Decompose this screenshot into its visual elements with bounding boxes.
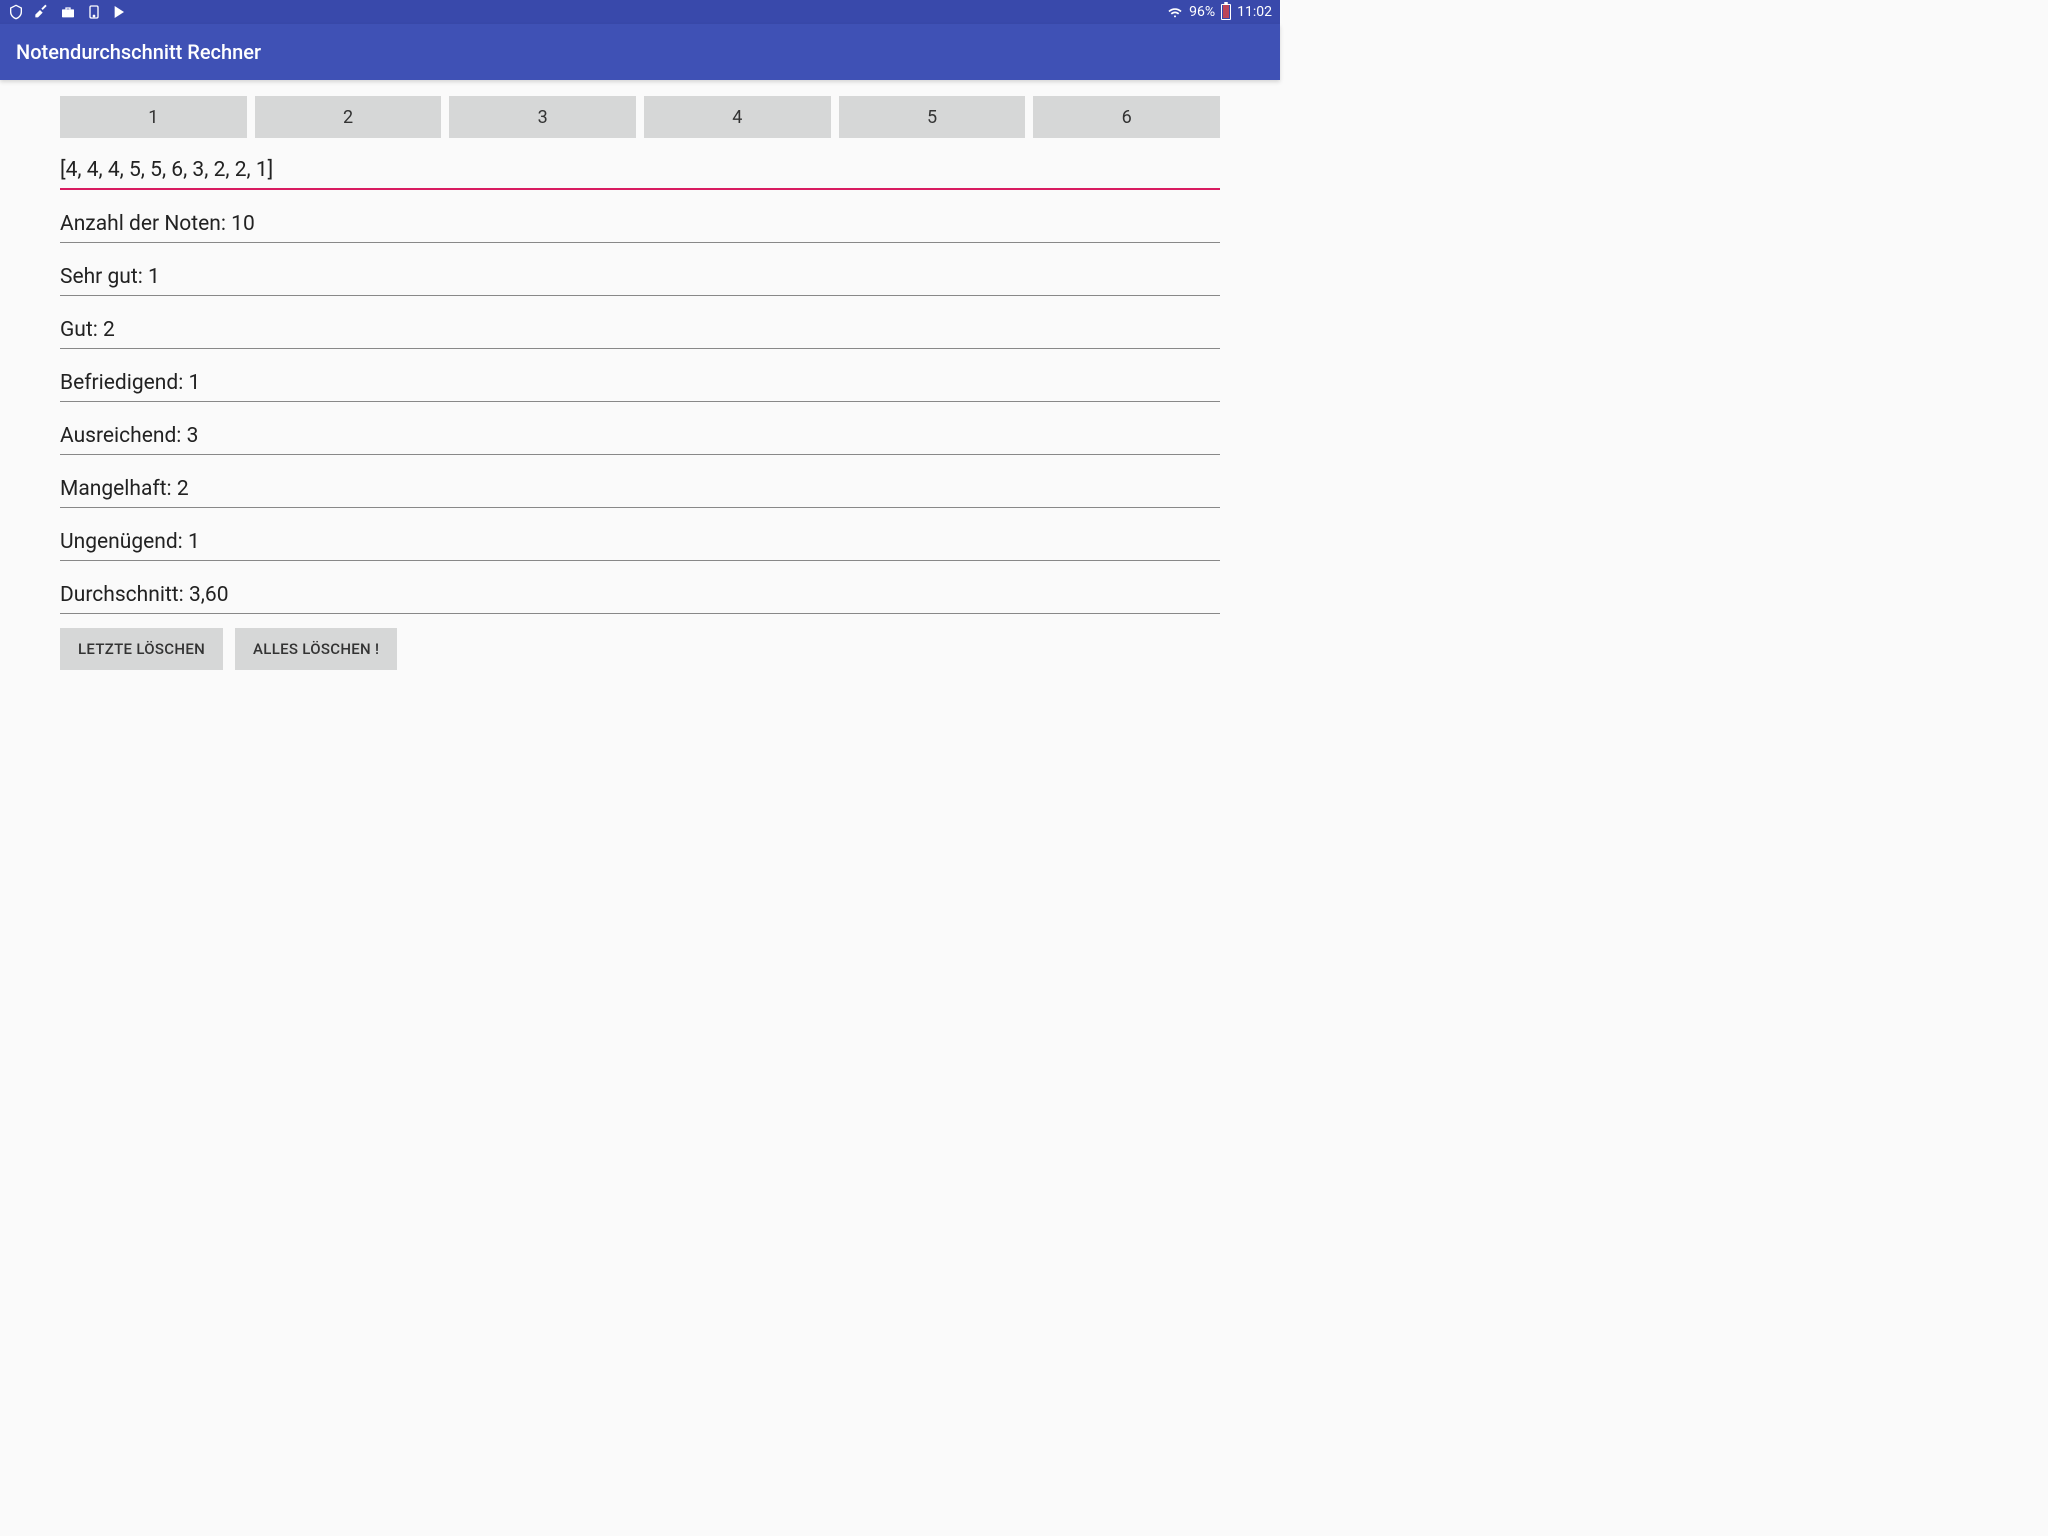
battery-icon <box>1221 4 1231 20</box>
grade-3-button[interactable]: 3 <box>449 96 636 138</box>
app-title: Notendurchschnitt Rechner <box>16 40 261 64</box>
device-icon <box>86 4 102 20</box>
delete-last-button[interactable]: LETZTE LÖSCHEN <box>60 628 223 670</box>
wifi-icon <box>1167 4 1183 20</box>
grade-1-button[interactable]: 1 <box>60 96 247 138</box>
ausreichend-field: Ausreichend: 3 <box>60 416 1220 455</box>
clock: 11:02 <box>1237 4 1272 20</box>
grade-4-button[interactable]: 4 <box>644 96 831 138</box>
sehr-gut-field: Sehr gut: 1 <box>60 257 1220 296</box>
grade-6-button[interactable]: 6 <box>1033 96 1220 138</box>
android-status-bar: 96% 11:02 <box>0 0 1280 24</box>
status-left-icons <box>8 4 128 20</box>
durchschnitt-field: Durchschnitt: 3,60 <box>60 575 1220 614</box>
ungenuegend-field: Ungenügend: 1 <box>60 522 1220 561</box>
action-buttons-row: LETZTE LÖSCHEN ALLES LÖSCHEN ! <box>60 628 1220 670</box>
broom-icon <box>34 4 50 20</box>
app-bar: Notendurchschnitt Rechner <box>0 24 1280 80</box>
mangelhaft-field: Mangelhaft: 2 <box>60 469 1220 508</box>
shield-icon <box>8 4 24 20</box>
grade-2-button[interactable]: 2 <box>255 96 442 138</box>
befriedigend-field: Befriedigend: 1 <box>60 363 1220 402</box>
main-content: 1 2 3 4 5 6 Anzahl der Noten: 10 Sehr gu… <box>0 80 1280 686</box>
grade-5-button[interactable]: 5 <box>839 96 1026 138</box>
briefcase-icon <box>60 4 76 20</box>
gut-field: Gut: 2 <box>60 310 1220 349</box>
count-field: Anzahl der Noten: 10 <box>60 204 1220 243</box>
entered-grades-field[interactable] <box>60 150 1220 190</box>
play-store-icon <box>112 4 128 20</box>
grade-buttons-row: 1 2 3 4 5 6 <box>60 96 1220 138</box>
status-right: 96% 11:02 <box>1167 4 1272 20</box>
delete-all-button[interactable]: ALLES LÖSCHEN ! <box>235 628 397 670</box>
battery-percentage: 96% <box>1189 4 1215 20</box>
